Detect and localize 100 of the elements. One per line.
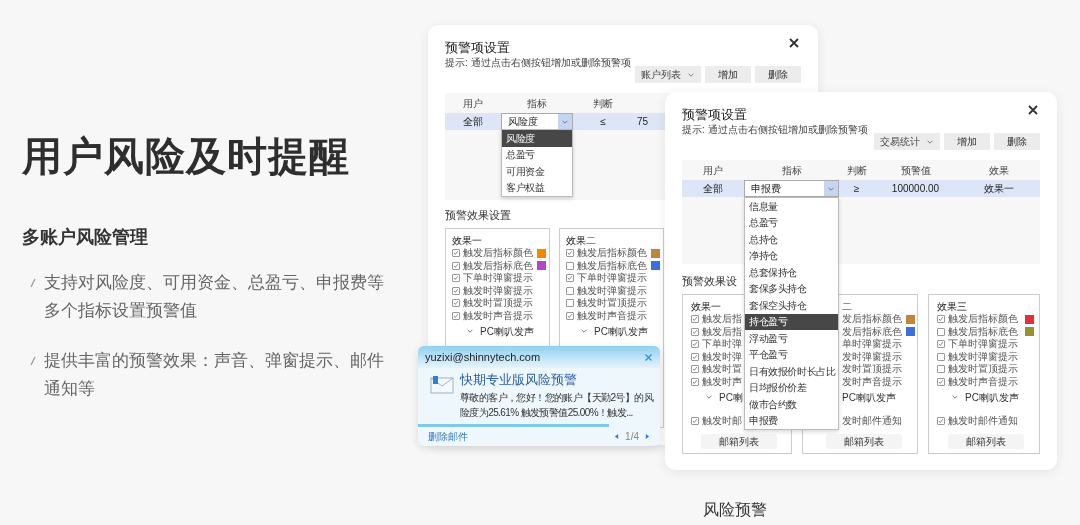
dropdown-item[interactable]: 可用资金 bbox=[502, 163, 572, 180]
close-icon[interactable] bbox=[788, 37, 800, 49]
color-swatch[interactable] bbox=[537, 248, 546, 258]
notification-title: 快期专业版风险预警 bbox=[460, 371, 577, 388]
toolbar-button[interactable]: 增加 bbox=[944, 133, 990, 150]
color-swatch[interactable] bbox=[906, 314, 915, 324]
chevron-down-icon bbox=[466, 327, 474, 335]
toolbar-button[interactable]: 删除 bbox=[994, 133, 1040, 150]
mailbox-button[interactable]: 邮箱列表 bbox=[700, 434, 777, 449]
toolbar-dropdown[interactable]: 交易统计 bbox=[874, 133, 940, 150]
option-label: 发时声音提示 bbox=[842, 375, 902, 388]
checkbox[interactable] bbox=[937, 352, 945, 361]
checkbox[interactable] bbox=[566, 274, 574, 283]
dropdown-item[interactable]: 信息量 bbox=[745, 198, 838, 215]
option-label: 单时弹窗提示 bbox=[842, 338, 902, 351]
color-swatch[interactable] bbox=[1025, 327, 1034, 337]
option-label: 发时置顶提示 bbox=[842, 363, 902, 376]
previous-icon[interactable] bbox=[614, 433, 620, 440]
sound-select[interactable]: PC喇叭发声 bbox=[842, 390, 896, 404]
checkbox[interactable] bbox=[566, 261, 574, 270]
checkbox[interactable] bbox=[937, 327, 945, 336]
toolbar-button[interactable]: 删除 bbox=[755, 66, 801, 83]
dropdown-item[interactable]: 客户权益 bbox=[502, 179, 572, 196]
dropdown-item[interactable]: 日有效报价时长占比 bbox=[745, 363, 838, 380]
color-swatch[interactable] bbox=[651, 261, 660, 271]
dropdown-item[interactable]: 浮动盈亏 bbox=[745, 330, 838, 347]
sound-select[interactable]: PC喇 bbox=[705, 390, 743, 404]
option-label: 触发后指标底色 bbox=[577, 259, 647, 272]
toolbar-button[interactable]: 增加 bbox=[705, 66, 751, 83]
dropdown-item[interactable]: 总盈亏 bbox=[745, 214, 838, 231]
table-cell-text: 效果一 bbox=[982, 182, 1015, 196]
dropdown-item[interactable]: 套保空头持仓 bbox=[745, 297, 838, 314]
color-swatch[interactable] bbox=[651, 248, 660, 258]
dropdown-item[interactable]: 总盈亏 bbox=[502, 146, 572, 163]
checkbox[interactable] bbox=[691, 416, 699, 425]
headline: 用户风险及时提醒 bbox=[22, 133, 351, 180]
envelope-icon bbox=[430, 375, 454, 395]
dialog-title: 预警项设置 bbox=[445, 39, 510, 56]
checkbox[interactable] bbox=[452, 311, 460, 320]
checkbox[interactable] bbox=[452, 249, 460, 258]
option-label: 触发时声 bbox=[702, 375, 742, 388]
color-swatch[interactable] bbox=[906, 327, 915, 337]
checkbox[interactable] bbox=[691, 365, 699, 374]
option-label: 触发时弹窗提示 bbox=[577, 284, 647, 297]
dropdown-item[interactable]: 总持仓 bbox=[745, 231, 838, 248]
indicator-select[interactable]: 申报费 bbox=[744, 180, 839, 197]
checkbox[interactable] bbox=[937, 365, 945, 374]
sound-select[interactable]: PC喇叭发声 bbox=[951, 390, 1019, 404]
column-header: 指标 bbox=[780, 163, 803, 178]
dropdown-item[interactable]: 平仓盈亏 bbox=[745, 346, 838, 363]
color-swatch[interactable] bbox=[1025, 314, 1034, 324]
dropdown-item[interactable]: 风险度 bbox=[502, 130, 572, 147]
dropdown-item[interactable]: 净持仓 bbox=[745, 247, 838, 264]
sender-email: yuzixi@shinnytech.com bbox=[425, 349, 541, 365]
sound-select[interactable]: PC喇叭发声 bbox=[580, 324, 648, 338]
checkbox[interactable] bbox=[452, 286, 460, 295]
option-label: 触发时邮件通知 bbox=[948, 414, 1018, 427]
dropdown-item[interactable]: 持仓盈亏 bbox=[745, 313, 838, 330]
checkbox[interactable] bbox=[691, 340, 699, 349]
mailbox-button[interactable]: 邮箱列表 bbox=[825, 434, 902, 449]
checkbox[interactable] bbox=[937, 416, 945, 425]
option-label: 触发后指 bbox=[702, 313, 742, 326]
delete-mail-link[interactable]: 删除邮件 bbox=[428, 429, 468, 444]
table-cell-text: 全部 bbox=[702, 182, 724, 196]
checkbox[interactable] bbox=[691, 377, 699, 386]
table-cell-text: 100000.00 bbox=[890, 182, 941, 196]
checkbox[interactable] bbox=[566, 311, 574, 320]
option-label: 触发时声音提示 bbox=[577, 309, 647, 322]
dropdown-item[interactable]: 套保多头持仓 bbox=[745, 280, 838, 297]
sound-select[interactable]: PC喇叭发声 bbox=[466, 324, 534, 338]
checkbox[interactable] bbox=[937, 377, 945, 386]
checkbox[interactable] bbox=[452, 299, 460, 308]
checkbox[interactable] bbox=[566, 299, 574, 308]
dropdown-item[interactable]: 总套保持仓 bbox=[745, 264, 838, 281]
color-swatch[interactable] bbox=[537, 261, 546, 271]
mailbox-button[interactable]: 邮箱列表 bbox=[947, 434, 1024, 449]
group-title: 效果二 bbox=[566, 234, 596, 247]
table-cell-text: ≤ bbox=[599, 115, 607, 129]
checkbox[interactable] bbox=[566, 286, 574, 295]
dropdown-item[interactable]: 做市合约数 bbox=[745, 396, 838, 413]
checkbox[interactable] bbox=[452, 274, 460, 283]
close-icon[interactable] bbox=[1027, 104, 1039, 116]
option-label: 触发后指标底色 bbox=[463, 259, 533, 272]
option-label: 下单时弹窗提示 bbox=[577, 272, 647, 285]
checkbox[interactable] bbox=[691, 327, 699, 336]
option-label: 触发时弹窗提示 bbox=[948, 350, 1018, 363]
checkbox[interactable] bbox=[691, 352, 699, 361]
checkbox[interactable] bbox=[937, 315, 945, 324]
checkbox[interactable] bbox=[937, 340, 945, 349]
checkbox[interactable] bbox=[452, 261, 460, 270]
toolbar-dropdown[interactable]: 账户列表 bbox=[635, 66, 701, 83]
column-header: 用户 bbox=[702, 163, 724, 178]
table-cell-text: 全部 bbox=[462, 115, 484, 129]
dropdown-item[interactable]: 日均报价价差 bbox=[745, 379, 838, 396]
checkbox[interactable] bbox=[691, 315, 699, 324]
page-counter: 1/4 bbox=[625, 430, 639, 444]
chevron-down-icon bbox=[580, 327, 588, 335]
dropdown-item[interactable]: 申报费 bbox=[745, 412, 838, 429]
checkbox[interactable] bbox=[566, 249, 574, 258]
next-icon[interactable] bbox=[645, 433, 650, 440]
